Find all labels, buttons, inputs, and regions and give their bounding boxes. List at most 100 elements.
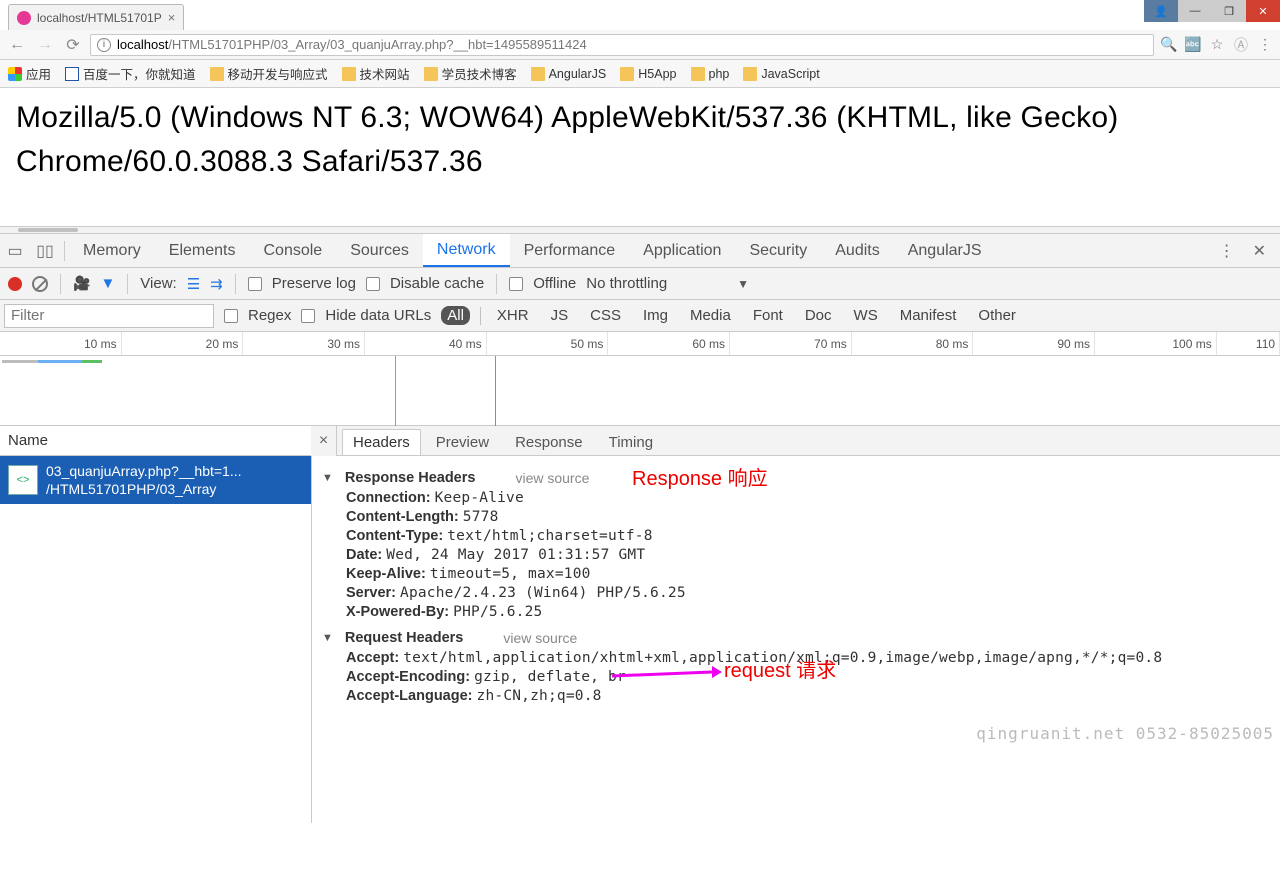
bookmark-item[interactable]: 学员技术博客 bbox=[424, 64, 517, 83]
translate-icon[interactable]: 🔤 bbox=[1184, 36, 1202, 53]
offline-checkbox[interactable] bbox=[509, 277, 523, 291]
user-icon[interactable]: 👤 bbox=[1144, 0, 1178, 22]
tab-title: localhost/HTML51701P bbox=[37, 11, 162, 25]
tab-elements[interactable]: Elements bbox=[155, 234, 250, 267]
reload-button[interactable]: ⟳ bbox=[62, 34, 84, 56]
bookmark-item[interactable]: JavaScript bbox=[743, 67, 819, 81]
headers-content[interactable]: ▼ Response Headers view source Response … bbox=[312, 456, 1280, 823]
request-row[interactable]: <> 03_quanjuArray.php?__hbt=1... /HTML51… bbox=[0, 456, 311, 504]
throttling-select[interactable]: No throttling bbox=[586, 275, 667, 292]
bookmark-item[interactable]: php bbox=[691, 67, 730, 81]
devtools-resizer[interactable] bbox=[0, 226, 1280, 234]
view-label: View: bbox=[140, 275, 176, 292]
folder-icon bbox=[424, 67, 438, 81]
filter-type-css[interactable]: CSS bbox=[584, 306, 627, 325]
file-icon: <> bbox=[8, 465, 38, 495]
tab-sources[interactable]: Sources bbox=[336, 234, 423, 267]
tab-performance[interactable]: Performance bbox=[510, 234, 630, 267]
filter-type-xhr[interactable]: XHR bbox=[491, 306, 535, 325]
tab-console[interactable]: Console bbox=[249, 234, 336, 267]
tab-preview[interactable]: Preview bbox=[425, 429, 500, 455]
timeline-waterfall[interactable] bbox=[0, 356, 1280, 426]
site-info-icon[interactable]: i bbox=[97, 38, 111, 52]
tab-memory[interactable]: Memory bbox=[69, 234, 155, 267]
bookmark-item[interactable]: 移动开发与响应式 bbox=[210, 64, 328, 83]
filter-type-manifest[interactable]: Manifest bbox=[894, 306, 963, 325]
device-toggle-icon[interactable]: ▯▯ bbox=[30, 241, 60, 261]
collapse-icon[interactable]: ▼ bbox=[322, 632, 333, 644]
regex-checkbox[interactable] bbox=[224, 309, 238, 323]
disable-cache-checkbox[interactable] bbox=[366, 277, 380, 291]
preserve-log-checkbox[interactable] bbox=[248, 277, 262, 291]
bookmark-item[interactable]: H5App bbox=[620, 67, 676, 81]
window-titlebar: localhost/HTML51701P × 👤 — ❐ ✕ bbox=[0, 0, 1280, 30]
extension-icon[interactable]: Ⓐ bbox=[1232, 35, 1250, 55]
tab-security[interactable]: Security bbox=[735, 234, 821, 267]
filter-type-media[interactable]: Media bbox=[684, 306, 737, 325]
filter-type-all[interactable]: All bbox=[441, 306, 470, 325]
filter-input[interactable] bbox=[4, 304, 214, 328]
request-path: /HTML51701PHP/03_Array bbox=[46, 480, 242, 498]
filter-type-ws[interactable]: WS bbox=[848, 306, 884, 325]
minimize-button[interactable]: — bbox=[1178, 0, 1212, 22]
clear-button[interactable] bbox=[32, 276, 48, 292]
close-icon[interactable]: × bbox=[168, 10, 176, 25]
tab-headers[interactable]: Headers bbox=[342, 429, 421, 455]
inspect-icon[interactable]: ▭ bbox=[0, 241, 30, 261]
collapse-icon[interactable]: ▼ bbox=[322, 472, 333, 484]
name-column-header[interactable]: Name bbox=[0, 426, 311, 456]
maximize-button[interactable]: ❐ bbox=[1212, 0, 1246, 22]
browser-tab[interactable]: localhost/HTML51701P × bbox=[8, 4, 184, 30]
tab-audits[interactable]: Audits bbox=[821, 234, 893, 267]
request-detail-pane: × Headers Preview Response Timing ▼ Resp… bbox=[312, 426, 1280, 823]
folder-icon bbox=[620, 67, 634, 81]
tab-response[interactable]: Response bbox=[504, 429, 594, 455]
view-source-link[interactable]: view source bbox=[503, 630, 577, 646]
user-agent-text: Mozilla/5.0 (Windows NT 6.3; WOW64) Appl… bbox=[16, 101, 1118, 178]
view-source-link[interactable]: view source bbox=[515, 470, 589, 486]
back-button[interactable]: ← bbox=[6, 34, 28, 56]
request-list: Name <> 03_quanjuArray.php?__hbt=1... /H… bbox=[0, 426, 312, 823]
view-frame-icon[interactable]: ⇉ bbox=[210, 275, 223, 293]
annotation-response: Response 响应 bbox=[632, 462, 768, 491]
menu-icon[interactable]: ⋮ bbox=[1256, 36, 1274, 53]
close-detail-button[interactable]: × bbox=[311, 426, 337, 456]
timeline-ruler: 10 ms 20 ms 30 ms 40 ms 50 ms 60 ms 70 m… bbox=[0, 332, 1280, 356]
regex-label: Regex bbox=[248, 307, 291, 324]
address-bar: ← → ⟳ i localhost/HTML51701PHP/03_Array/… bbox=[0, 30, 1280, 60]
more-icon[interactable]: ⋮ bbox=[1219, 241, 1235, 261]
forward-button[interactable]: → bbox=[34, 34, 56, 56]
tab-angularjs[interactable]: AngularJS bbox=[894, 234, 996, 267]
detail-tabs: Headers Preview Response Timing bbox=[312, 426, 1280, 456]
tab-application[interactable]: Application bbox=[629, 234, 735, 267]
filter-toggle-icon[interactable]: ▼ bbox=[100, 275, 115, 292]
tab-timing[interactable]: Timing bbox=[598, 429, 664, 455]
devtools-close-icon[interactable]: ✕ bbox=[1253, 241, 1266, 261]
apps-shortcut[interactable]: 应用 bbox=[8, 64, 51, 83]
filter-type-other[interactable]: Other bbox=[972, 306, 1022, 325]
zoom-icon[interactable]: 🔍 bbox=[1160, 36, 1178, 53]
apps-icon bbox=[8, 67, 22, 81]
request-headers-section[interactable]: ▼ Request Headers view source bbox=[322, 630, 1270, 646]
filter-type-font[interactable]: Font bbox=[747, 306, 789, 325]
filter-type-img[interactable]: Img bbox=[637, 306, 674, 325]
filter-type-js[interactable]: JS bbox=[545, 306, 575, 325]
bookmark-item[interactable]: 百度一下，你就知道 bbox=[65, 64, 196, 83]
view-list-icon[interactable]: ☰ bbox=[187, 275, 200, 293]
chevron-down-icon[interactable]: ▼ bbox=[737, 277, 749, 291]
star-icon[interactable]: ☆ bbox=[1208, 36, 1226, 53]
url-host: localhost bbox=[117, 37, 168, 52]
screenshot-icon[interactable]: 🎥 bbox=[73, 275, 90, 292]
window-close-button[interactable]: ✕ bbox=[1246, 0, 1280, 22]
bookmark-item[interactable]: 技术网站 bbox=[342, 64, 410, 83]
tab-favicon bbox=[17, 11, 31, 25]
bookmark-item[interactable]: AngularJS bbox=[531, 67, 607, 81]
hide-data-urls-checkbox[interactable] bbox=[301, 309, 315, 323]
url-input[interactable]: i localhost/HTML51701PHP/03_Array/03_qua… bbox=[90, 34, 1154, 56]
filter-type-doc[interactable]: Doc bbox=[799, 306, 838, 325]
folder-icon bbox=[210, 67, 224, 81]
response-headers-section[interactable]: ▼ Response Headers view source bbox=[322, 470, 1270, 486]
preserve-log-label: Preserve log bbox=[272, 275, 356, 292]
record-button[interactable] bbox=[8, 277, 22, 291]
tab-network[interactable]: Network bbox=[423, 234, 510, 267]
